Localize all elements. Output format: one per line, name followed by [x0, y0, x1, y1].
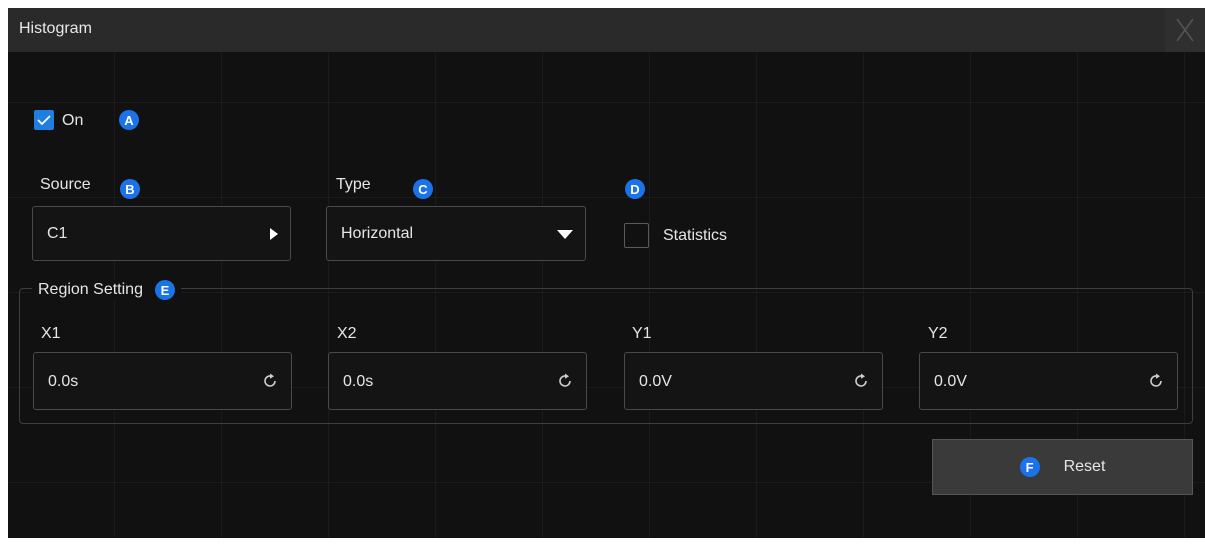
badge-e: E — [154, 280, 175, 300]
statistics-checkbox[interactable] — [624, 223, 649, 248]
y2-value: 0.0V — [934, 373, 967, 390]
reset-value-icon[interactable] — [262, 373, 278, 389]
source-label: Source — [40, 176, 91, 193]
on-label: On — [62, 112, 84, 129]
type-value: Horizontal — [341, 225, 414, 242]
source-value: C1 — [47, 225, 68, 242]
type-dropdown[interactable]: Horizontal — [326, 206, 586, 261]
badge-d: D — [625, 179, 645, 199]
badge-a: A — [119, 110, 139, 130]
x1-value: 0.0s — [48, 373, 79, 390]
y1-input[interactable]: 0.0V — [624, 352, 883, 410]
y1-value: 0.0V — [639, 373, 672, 390]
check-icon — [37, 115, 51, 126]
x2-value: 0.0s — [343, 373, 374, 390]
y2-input[interactable]: 0.0V — [919, 352, 1178, 410]
close-icon — [1176, 18, 1194, 42]
x1-label: X1 — [41, 325, 61, 342]
reset-value-icon[interactable] — [557, 373, 573, 389]
chevron-down-icon — [557, 230, 573, 239]
region-setting-legend: Region Setting E — [32, 280, 181, 300]
badge-b: B — [120, 179, 140, 199]
close-button[interactable] — [1165, 8, 1205, 52]
reset-value-icon[interactable] — [853, 373, 869, 389]
badge-f: F — [1019, 457, 1040, 477]
region-setting-title: Region Setting — [38, 281, 143, 298]
title-bar: Histogram — [8, 8, 1205, 52]
badge-c: C — [413, 179, 433, 199]
on-checkbox[interactable] — [34, 110, 54, 130]
reset-label: Reset — [1063, 458, 1106, 475]
source-selector[interactable]: C1 — [32, 206, 291, 261]
x2-input[interactable]: 0.0s — [328, 352, 587, 410]
y2-label: Y2 — [928, 325, 948, 342]
dialog-title: Histogram — [19, 20, 92, 37]
arrow-right-icon — [270, 228, 278, 240]
histogram-dialog: Histogram On A Source B C1 Type C Horizo… — [8, 8, 1205, 538]
x2-label: X2 — [337, 325, 357, 342]
type-label: Type — [336, 176, 371, 193]
reset-value-icon[interactable] — [1148, 373, 1164, 389]
y1-label: Y1 — [632, 325, 652, 342]
statistics-label: Statistics — [663, 227, 728, 244]
reset-button[interactable]: F Reset — [932, 439, 1193, 495]
x1-input[interactable]: 0.0s — [33, 352, 292, 410]
